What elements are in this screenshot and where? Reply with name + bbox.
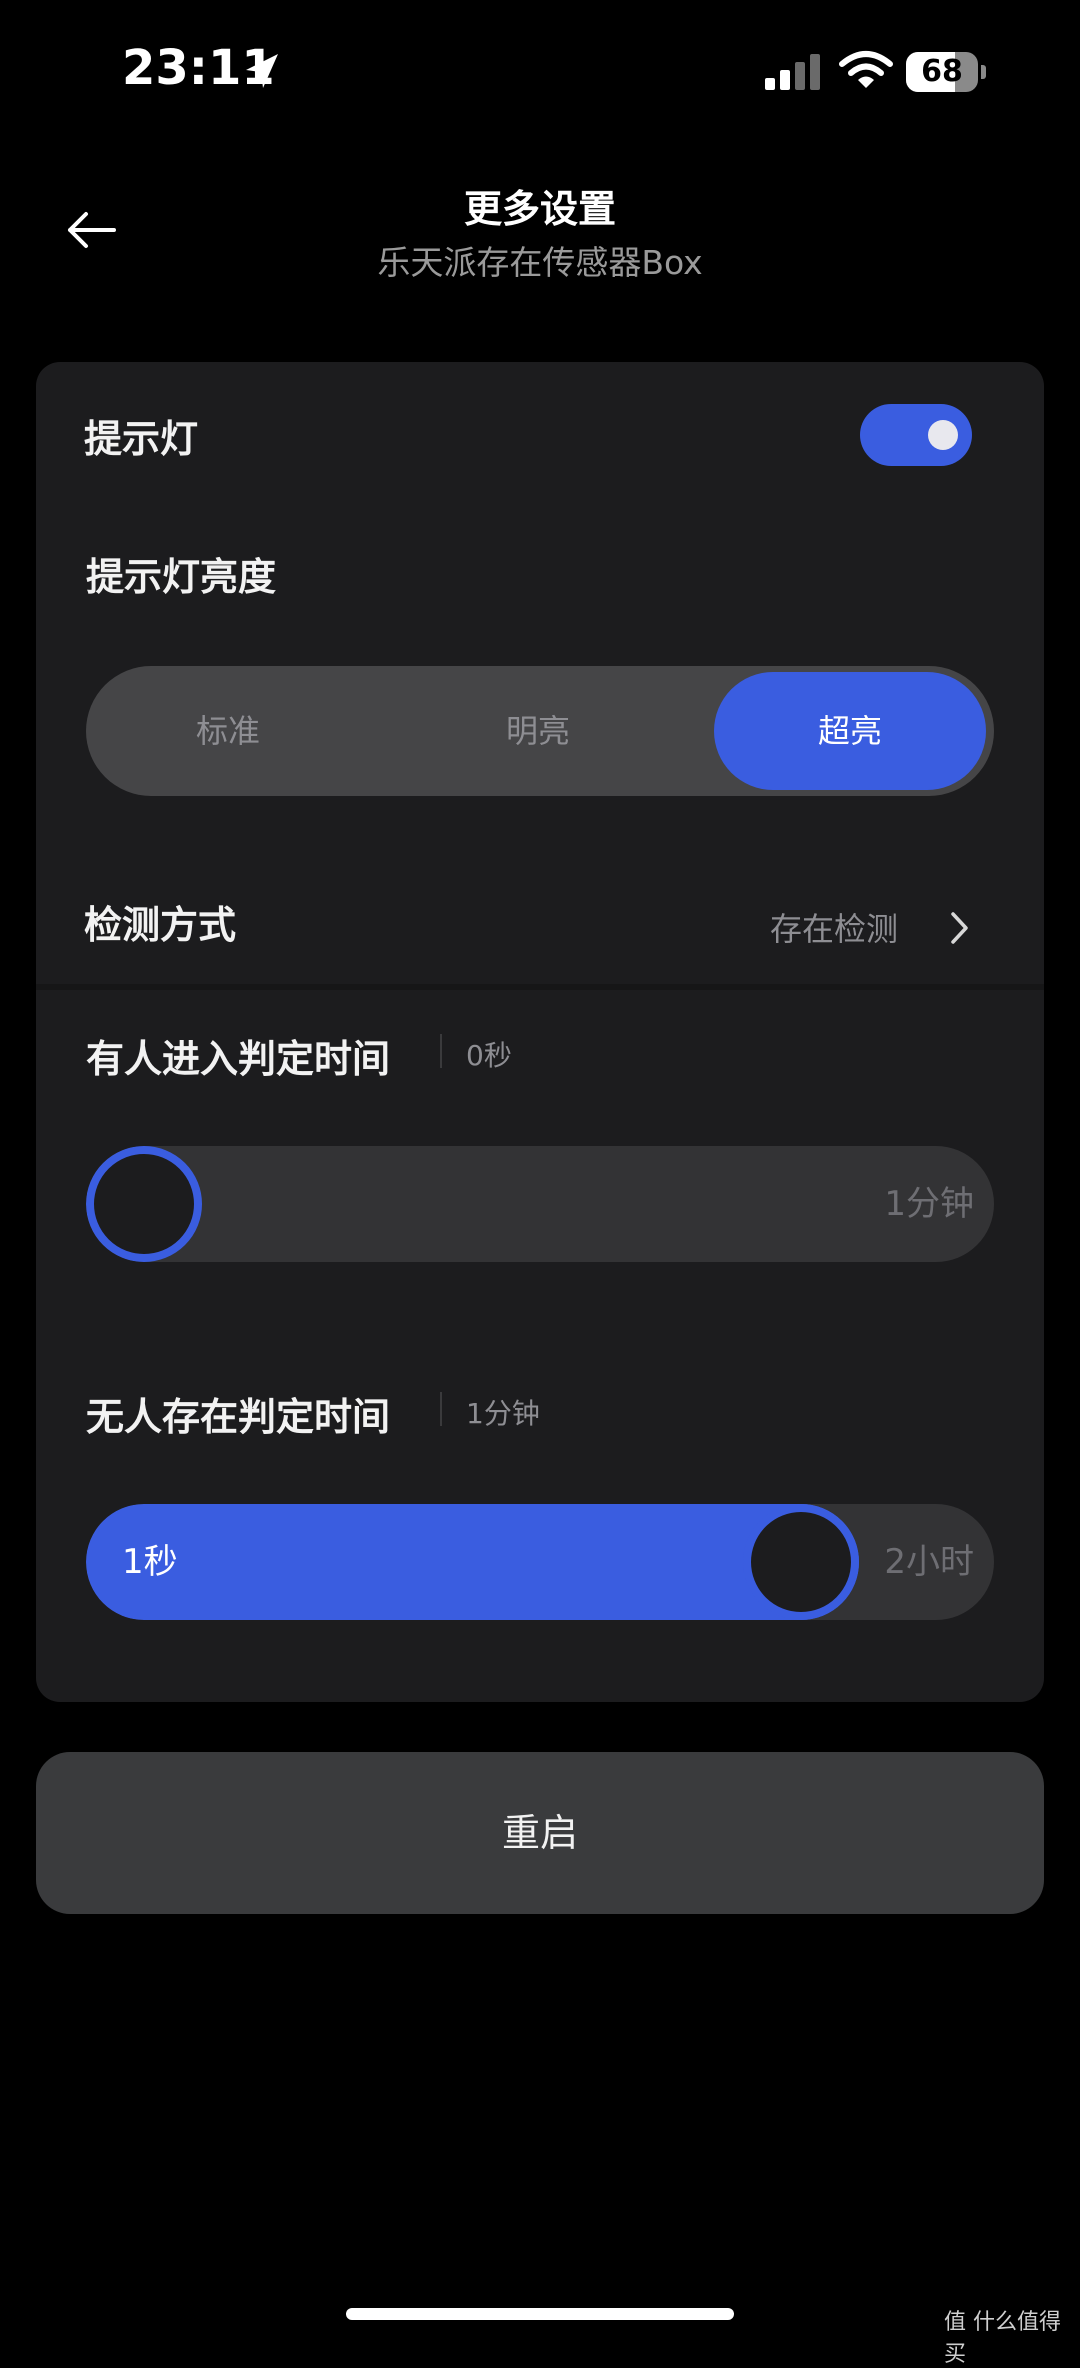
brightness-option-super-bright[interactable]: 超亮 xyxy=(714,672,986,790)
brightness-segmented-control: 标准 明亮 超亮 xyxy=(86,666,994,796)
absent-time-min-label: 1秒 xyxy=(122,1542,178,1582)
page-title: 更多设置 xyxy=(463,187,616,231)
restart-button[interactable]: 重启 xyxy=(36,1752,1044,1914)
enter-time-label: 有人进入判定时间 xyxy=(86,1037,391,1081)
label-separator xyxy=(440,1034,442,1068)
home-indicator[interactable] xyxy=(346,2308,734,2320)
absent-time-label: 无人存在判定时间 xyxy=(86,1395,391,1439)
brightness-label: 提示灯亮度 xyxy=(86,555,277,599)
wifi-icon xyxy=(839,51,893,88)
page-subtitle: 乐天派存在传感器Box xyxy=(377,243,703,282)
absent-time-slider[interactable]: 1秒 2小时 xyxy=(86,1504,994,1620)
watermark-text: 值 什么值得买 xyxy=(944,2310,1061,2367)
toggle-knob xyxy=(928,420,958,450)
enter-time-value: 0秒 xyxy=(466,1039,512,1072)
detection-mode-label: 检测方式 xyxy=(84,903,237,947)
section-divider xyxy=(36,984,1044,990)
brightness-option-bright[interactable]: 明亮 xyxy=(396,666,680,796)
label-separator xyxy=(440,1392,442,1426)
indicator-light-toggle[interactable] xyxy=(860,404,972,466)
enter-time-slider[interactable]: 1分钟 xyxy=(86,1146,994,1262)
detection-mode-value[interactable]: 存在检测 xyxy=(770,904,898,950)
absent-time-value: 1分钟 xyxy=(466,1397,540,1430)
enter-time-max-label: 1分钟 xyxy=(884,1184,974,1224)
absent-time-max-label: 2小时 xyxy=(884,1542,974,1582)
battery-percent: 68 xyxy=(921,54,963,89)
cellular-signal-icon xyxy=(765,54,820,90)
indicator-light-label: 提示灯 xyxy=(84,417,199,461)
absent-time-slider-thumb[interactable] xyxy=(743,1504,859,1620)
brightness-option-standard[interactable]: 标准 xyxy=(86,666,370,796)
battery-icon: 68 xyxy=(906,50,986,94)
chevron-right-icon[interactable] xyxy=(948,908,972,948)
location-arrow-icon xyxy=(246,54,278,88)
enter-time-slider-thumb[interactable] xyxy=(86,1146,202,1262)
